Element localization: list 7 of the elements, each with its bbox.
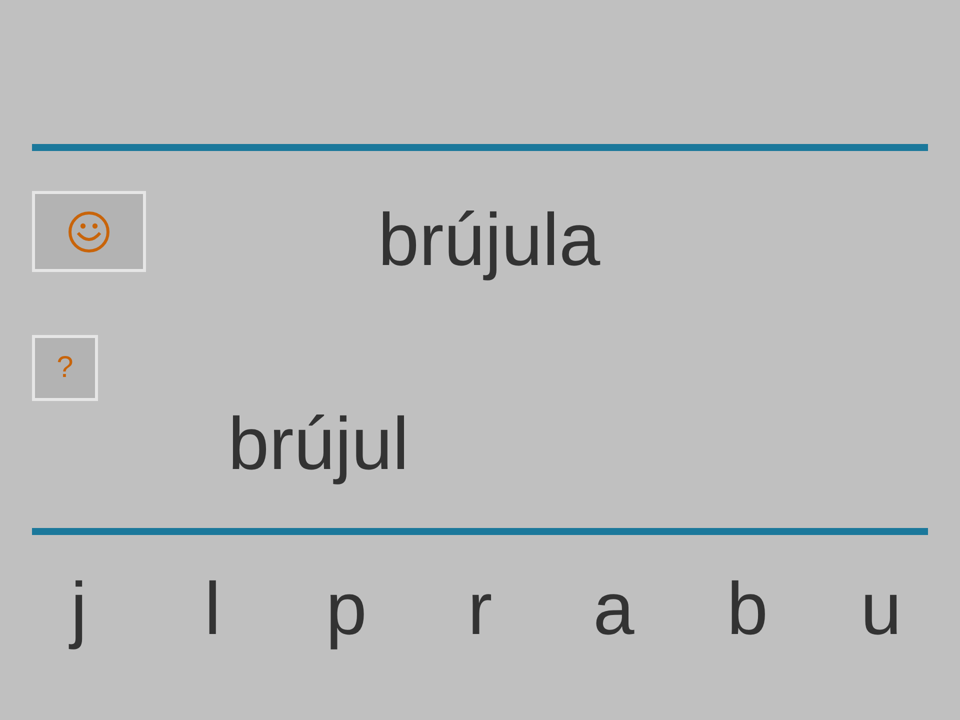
letter-button[interactable]: r [468,572,492,646]
letter-button[interactable]: b [726,572,768,646]
letter-button[interactable]: a [593,572,634,646]
letter-button[interactable]: l [204,572,221,646]
letter-button[interactable]: u [860,572,902,646]
check-button[interactable] [32,191,146,272]
smiley-icon [67,210,111,254]
